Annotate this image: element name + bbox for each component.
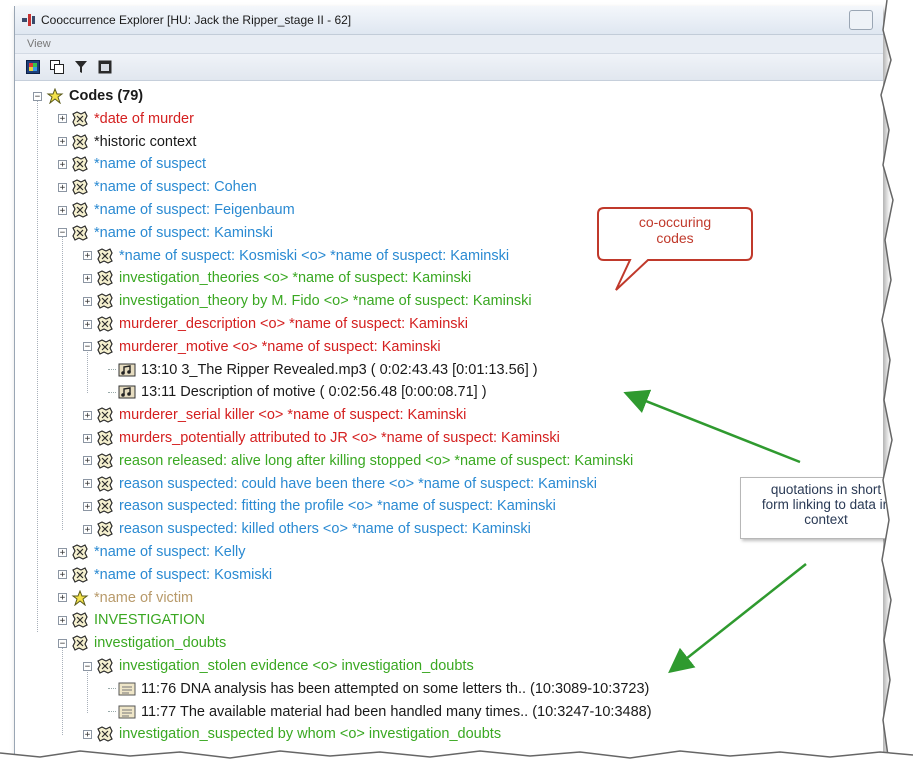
torn-edge-bottom	[0, 750, 913, 763]
arrow-to-audio-quotations	[623, 389, 801, 464]
arrow-to-text-quotations	[668, 563, 807, 674]
torn-edge-right	[873, 0, 913, 763]
annotation-arrows	[623, 389, 807, 674]
